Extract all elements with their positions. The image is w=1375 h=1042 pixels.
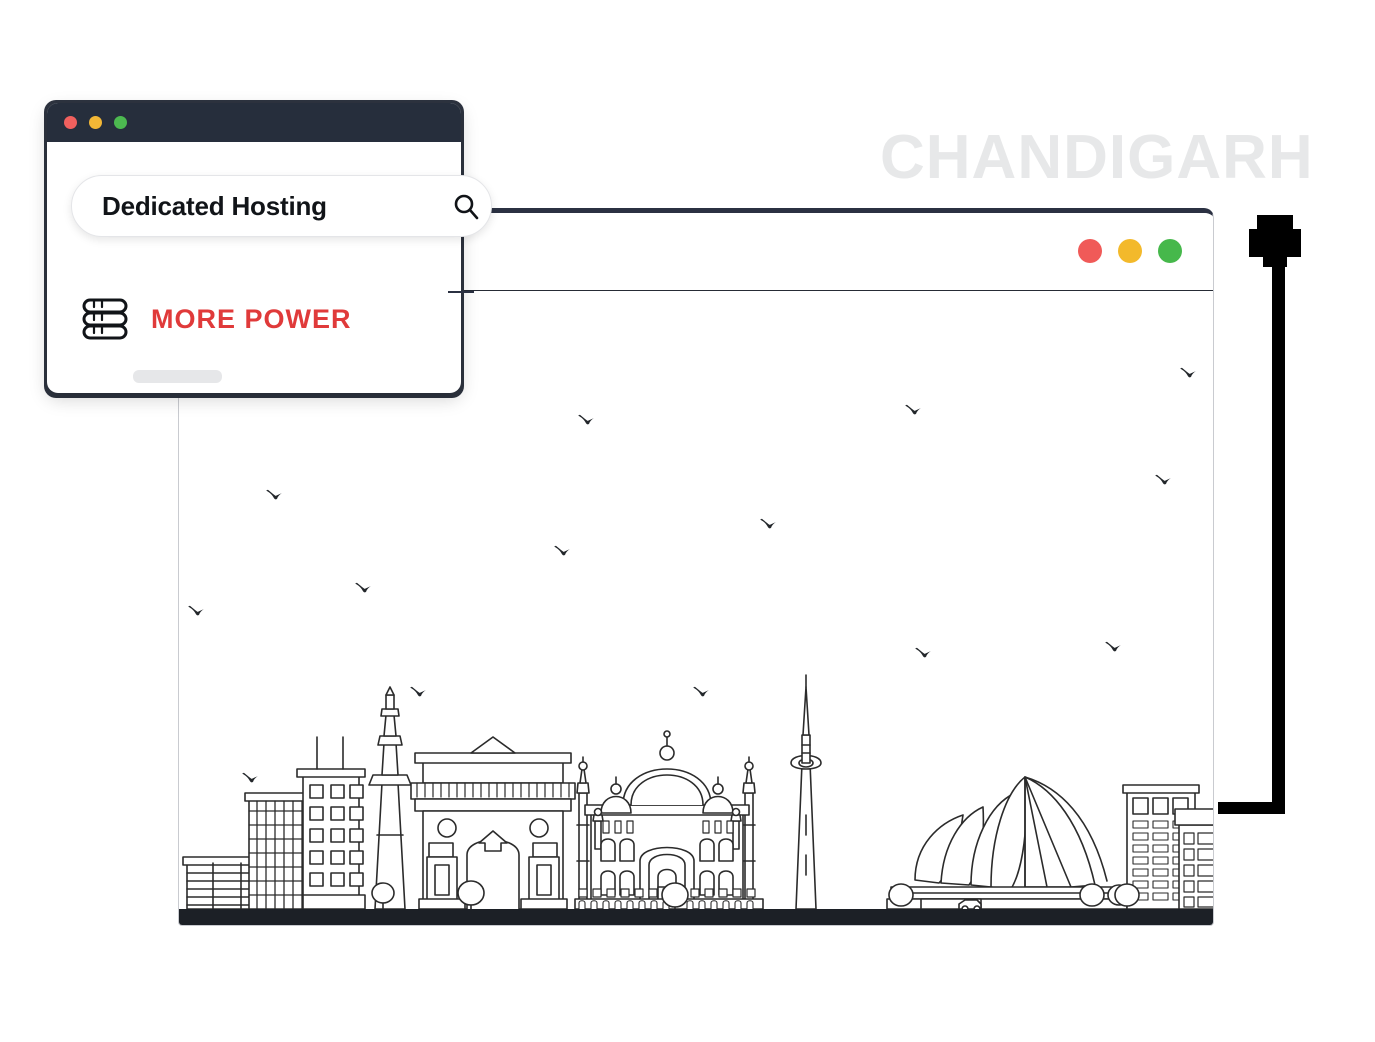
search-input[interactable] bbox=[102, 190, 452, 222]
close-dot[interactable] bbox=[1078, 239, 1102, 263]
bird-icon bbox=[354, 581, 372, 595]
bird-icon bbox=[1154, 473, 1172, 487]
connector-tick bbox=[448, 291, 474, 293]
bird-icon bbox=[914, 646, 932, 660]
skeleton-line bbox=[133, 370, 222, 383]
search-bar[interactable] bbox=[71, 175, 492, 237]
bird-icon bbox=[187, 604, 205, 618]
bird-icon bbox=[553, 544, 571, 558]
search-result-item[interactable]: MORE POWER bbox=[81, 297, 352, 341]
bird-icon bbox=[265, 488, 283, 502]
bird-icon bbox=[577, 413, 595, 427]
page-root: CHANDIGARH MORE POWER Dedicated Hosting bbox=[0, 0, 1375, 1042]
search-icon[interactable] bbox=[452, 192, 480, 220]
close-dot[interactable] bbox=[64, 116, 77, 129]
bracket-foot bbox=[1218, 802, 1285, 814]
minimize-dot[interactable] bbox=[1118, 239, 1142, 263]
search-result-popup: MORE POWER bbox=[47, 103, 461, 393]
popup-titlebar bbox=[47, 103, 461, 142]
bracket-stem bbox=[1272, 248, 1285, 814]
bird-icon bbox=[759, 517, 777, 531]
search-result-label: MORE POWER bbox=[151, 303, 352, 334]
server-stack-icon bbox=[81, 297, 129, 341]
city-skyline-illustration bbox=[179, 665, 1213, 925]
maximize-dot[interactable] bbox=[1158, 239, 1182, 263]
window-controls[interactable] bbox=[1078, 239, 1182, 263]
bird-icon bbox=[1179, 366, 1197, 380]
minimize-dot[interactable] bbox=[89, 116, 102, 129]
maximize-dot[interactable] bbox=[114, 116, 127, 129]
bird-icon bbox=[904, 403, 922, 417]
city-watermark-text: CHANDIGARH bbox=[880, 123, 1314, 192]
bird-icon bbox=[1104, 640, 1122, 654]
